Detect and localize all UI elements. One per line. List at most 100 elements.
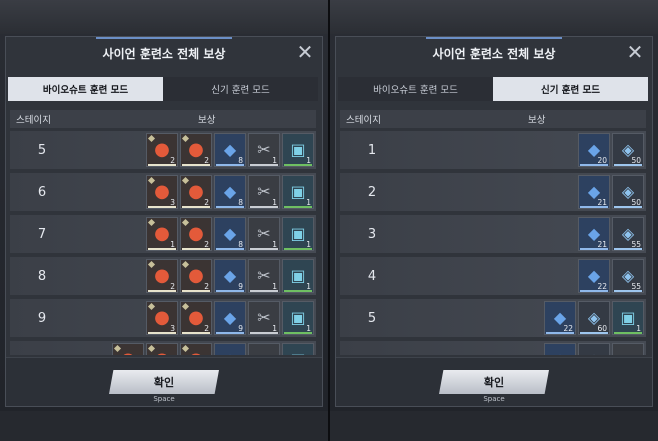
rarity-bar <box>580 206 608 208</box>
bottom-bar <box>0 411 328 441</box>
reward-row: ◆ ◈ ✂ <box>340 341 646 355</box>
tab-biosuit-training[interactable]: 바이오슈트 훈련 모드 <box>8 77 163 101</box>
reward-item-tool[interactable]: ✂ 1 <box>248 259 280 293</box>
chip-icon: ▣ <box>290 266 306 285</box>
reward-item-chip[interactable]: ▣ 1 <box>282 259 314 293</box>
reward-item-orb[interactable]: ● 1 <box>146 217 178 251</box>
reward-item-cube[interactable]: ◆ 22 <box>544 301 576 335</box>
reward-row: ● ● ● ◆ ✂ ▣ <box>10 341 316 355</box>
stage-number: 5 <box>367 310 377 326</box>
rarity-bar <box>250 332 278 334</box>
reward-item-tool[interactable]: ✂ 1 <box>248 133 280 167</box>
confirm-key-hint: Space <box>153 395 175 403</box>
reward-item-tool[interactable]: ✂ 1 <box>248 301 280 335</box>
reward-item-tube[interactable]: ◈ 60 <box>578 301 610 335</box>
reward-item-orb[interactable]: ● <box>180 343 212 355</box>
rarity-bar <box>216 332 244 334</box>
reward-item-tube[interactable]: ◈ 50 <box>612 175 644 209</box>
orb-icon: ● <box>188 139 204 160</box>
reward-item-orb[interactable]: ● 3 <box>146 301 178 335</box>
rarity-bar <box>580 332 608 334</box>
rarity-bar <box>284 332 312 334</box>
reward-items: ◆ 21 ◈ 55 <box>578 217 644 251</box>
chip-icon: ▣ <box>620 308 636 327</box>
reward-item-cube[interactable]: ◆ 8 <box>214 217 246 251</box>
confirm-button[interactable]: 확인 <box>109 370 219 394</box>
reward-item-orb[interactable]: ● 2 <box>180 133 212 167</box>
reward-item-chip[interactable]: ▣ 1 <box>282 133 314 167</box>
reward-item-cube[interactable]: ◆ 22 <box>578 259 610 293</box>
orb-icon: ● <box>188 265 204 286</box>
cube-icon: ◆ <box>554 352 566 356</box>
stage-column-header: 스테이지 <box>16 115 51 126</box>
reward-items: ● 3 ● 2 ◆ 9 ✂ 1 ▣ 1 <box>146 301 314 335</box>
orb-icon: ● <box>154 307 170 328</box>
reward-item-tube[interactable]: ◈ <box>578 343 610 355</box>
cube-icon: ◆ <box>223 140 237 159</box>
reward-item-chip[interactable]: ▣ 1 <box>282 301 314 335</box>
rarity-bar <box>580 164 608 166</box>
reward-item-orb[interactable]: ● 2 <box>146 259 178 293</box>
reward-row: 9 ● 3 ● 2 ◆ 9 ✂ 1 ▣ 1 <box>10 299 316 337</box>
left-screen: 사이언 훈련소 전체 보상 ✕ 바이오슈트 훈련 모드 신기 훈련 모드 스테이… <box>0 0 328 441</box>
reward-item-cube[interactable]: ◆ 20 <box>578 133 610 167</box>
reward-item-orb[interactable]: ● 2 <box>146 133 178 167</box>
reward-item-chip[interactable]: ▣ 1 <box>612 301 644 335</box>
reward-item-orb[interactable]: ● 3 <box>146 175 178 209</box>
rarity-bar <box>216 290 244 292</box>
confirm-button[interactable]: 확인 <box>439 370 549 394</box>
reward-item-orb[interactable]: ● 2 <box>180 301 212 335</box>
rarity-bar <box>182 206 210 208</box>
reward-item-orb[interactable]: ● <box>146 343 178 355</box>
reward-item-orb[interactable]: ● 2 <box>180 217 212 251</box>
modal-title: 사이언 훈련소 전체 보상 <box>432 47 556 61</box>
close-icon[interactable]: ✕ <box>625 42 645 62</box>
reward-item-orb[interactable]: ● 2 <box>180 175 212 209</box>
reward-list[interactable]: 1◆20◈502◆21◈503◆21◈554◆22◈555◆22◈60▣1◆◈✂ <box>340 131 646 355</box>
reward-item-cube[interactable]: ◆ 8 <box>214 175 246 209</box>
orb-icon: ● <box>120 351 136 356</box>
rarity-bar <box>284 290 312 292</box>
reward-item-tool[interactable]: ✂ 1 <box>248 217 280 251</box>
reward-item-chip[interactable]: ▣ 1 <box>282 175 314 209</box>
reward-item-cube[interactable]: ◆ <box>214 343 246 355</box>
stage-number: 5 <box>37 142 47 158</box>
reward-row: 1 ◆ 20 ◈ 50 <box>340 131 646 169</box>
reward-item-cube[interactable]: ◆ 9 <box>214 259 246 293</box>
reward-item-cube[interactable]: ◆ 9 <box>214 301 246 335</box>
reward-item-tool[interactable]: ✂ <box>248 343 280 355</box>
reward-row: 6 ● 3 ● 2 ◆ 8 ✂ 1 ▣ 1 <box>10 173 316 211</box>
close-icon[interactable]: ✕ <box>295 42 315 62</box>
reward-row: 8 ● 2 ● 2 ◆ 9 ✂ 1 ▣ 1 <box>10 257 316 295</box>
reward-items: ● 3 ● 2 ◆ 8 ✂ 1 ▣ 1 <box>146 175 314 209</box>
reward-item-cube[interactable]: ◆ 21 <box>578 175 610 209</box>
stage-number: 2 <box>367 184 377 200</box>
reward-item-tool[interactable]: ✂ 1 <box>248 175 280 209</box>
reward-item-tube[interactable]: ◈ 50 <box>612 133 644 167</box>
reward-item-tool[interactable]: ✂ <box>612 343 644 355</box>
rarity-bar <box>580 248 608 250</box>
tab-artifact-training[interactable]: 신기 훈련 모드 <box>163 77 318 101</box>
tool-icon: ✂ <box>257 140 271 159</box>
reward-items: ◆ ◈ ✂ <box>544 343 644 355</box>
bottom-bar <box>330 411 658 441</box>
tab-artifact-training[interactable]: 신기 훈련 모드 <box>493 77 648 101</box>
reward-item-orb[interactable]: ● 2 <box>180 259 212 293</box>
tab-biosuit-training[interactable]: 바이오슈트 훈련 모드 <box>338 77 493 101</box>
reward-item-orb[interactable]: ● <box>112 343 144 355</box>
orb-icon: ● <box>154 223 170 244</box>
orb-icon: ● <box>188 181 204 202</box>
reward-item-chip[interactable]: ▣ <box>282 343 314 355</box>
top-status-bar <box>330 0 658 34</box>
stage-number: 3 <box>367 226 377 242</box>
reward-item-cube[interactable]: ◆ <box>544 343 576 355</box>
reward-item-tube[interactable]: ◈ 55 <box>612 259 644 293</box>
reward-item-chip[interactable]: ▣ 1 <box>282 217 314 251</box>
reward-list[interactable]: 5 ● 2 ● 2 ◆ 8 ✂ 1 ▣ 1 6 ● 3 ● 2 ◆ 8 ✂ 1 ▣ 1 7 ● 1 ● 2 ◆ 8 ✂ 1 ▣ 1 8 ● 2 ● 2 ◆ 9… <box>10 131 316 355</box>
reward-item-tube[interactable]: ◈ 55 <box>612 217 644 251</box>
reward-item-cube[interactable]: ◆ 8 <box>214 133 246 167</box>
rarity-bar <box>284 206 312 208</box>
rarity-bar <box>546 332 574 334</box>
reward-column-header: 보상 <box>528 115 546 126</box>
reward-item-cube[interactable]: ◆ 21 <box>578 217 610 251</box>
